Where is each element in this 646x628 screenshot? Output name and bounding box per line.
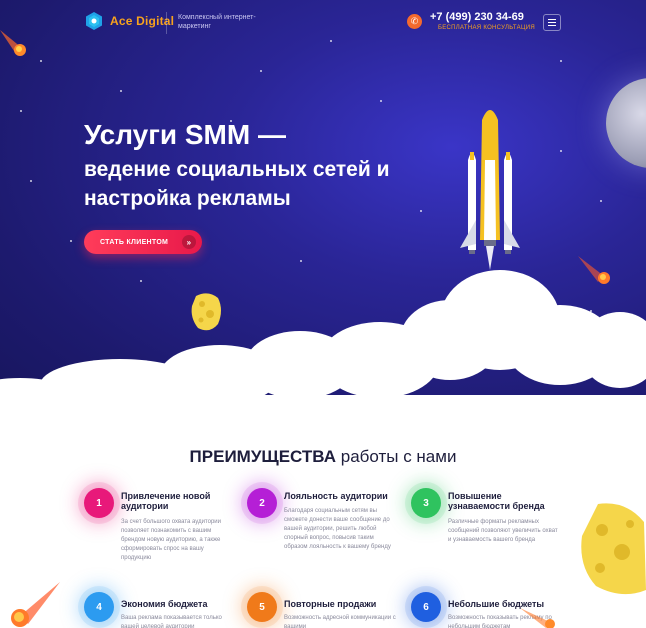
hero-subtitle: ведение социальных сетей и настройка рек…	[84, 158, 390, 210]
advantage-item: 1 Привлечение новой аудитории За счет бо…	[84, 488, 234, 578]
number-badge-icon: 2	[247, 488, 277, 518]
phone-icon[interactable]: ✆	[407, 14, 422, 29]
advantage-item: 2 Лояльность аудитории Благодаря социаль…	[247, 488, 397, 578]
meteor-decoration	[520, 608, 555, 628]
advantages-title-rest: работы с нами	[336, 447, 457, 466]
planet-decoration	[606, 78, 646, 168]
advantage-title: Повторные продажи	[284, 599, 377, 609]
site-header: Ace Digital Комплексный интернет-маркети…	[0, 0, 646, 48]
number-badge-icon: 4	[84, 592, 114, 622]
menu-button[interactable]	[543, 14, 561, 31]
number-badge-icon: 1	[84, 488, 114, 518]
advantage-title: Повышение узнаваемости бренда	[448, 491, 545, 511]
hero-section: Ace Digital Комплексный интернет-маркети…	[0, 0, 646, 420]
logo-icon	[86, 12, 102, 30]
clouds-decoration	[0, 270, 646, 420]
number-badge-icon: 3	[411, 488, 441, 518]
advantage-text: Возможность адресной коммуникации с ваши…	[284, 615, 396, 628]
advantage-text: Различные форматы рекламных сообщений по…	[448, 519, 558, 543]
logo-text: Ace Digital	[110, 14, 175, 28]
advantage-text: За счет большого охвата аудитории позвол…	[121, 519, 221, 561]
meteor-decoration	[11, 582, 60, 627]
number-badge-icon: 6	[411, 592, 441, 622]
advantage-item: 5 Повторные продажи Возможность адресной…	[247, 592, 397, 628]
advantage-title: Лояльность аудитории	[284, 491, 388, 501]
advantage-title: Экономия бюджета	[121, 599, 208, 609]
number-badge-icon: 5	[247, 592, 277, 622]
advantage-text: Ваша реклама показывается только вашей ц…	[121, 615, 222, 628]
phone-number[interactable]: +7 (499) 230 34-69	[430, 11, 524, 23]
tagline: Комплексный интернет-маркетинг	[178, 14, 256, 30]
advantage-title: Привлечение новой аудитории	[121, 491, 211, 511]
header-divider	[166, 12, 167, 34]
hamburger-icon	[548, 19, 556, 20]
logo[interactable]: Ace Digital	[84, 11, 174, 31]
asteroid-decoration	[581, 503, 646, 595]
advantages-title-main: ПРЕИМУЩЕСТВА	[189, 447, 337, 466]
advantage-item: 4 Экономия бюджета Ваша реклама показыва…	[84, 592, 234, 628]
double-chevron-icon: »	[182, 235, 196, 249]
advantage-item: 3 Повышение узнаваемости бренда Различны…	[411, 488, 561, 578]
become-client-button[interactable]: СТАТЬ КЛИЕНТОМ »	[84, 230, 202, 254]
hero-title: Услуги SMM —	[84, 119, 286, 150]
free-consultation-link[interactable]: БЕСПЛАТНАЯ КОНСУЛЬТАЦИЯ	[438, 25, 535, 31]
advantage-text: Благодаря социальным сетям вы сможете до…	[284, 508, 391, 550]
advantages-title: ПРЕИМУЩЕСТВА работы с нами	[0, 447, 646, 467]
cta-label: СТАТЬ КЛИЕНТОМ	[100, 238, 169, 246]
